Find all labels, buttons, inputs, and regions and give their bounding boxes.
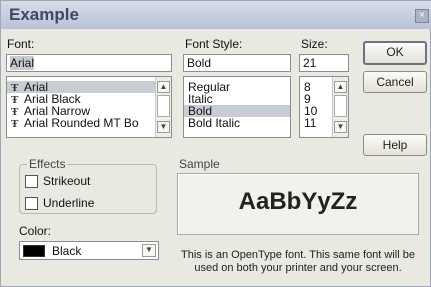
size-input-value: 21 bbox=[303, 56, 317, 70]
font-input[interactable]: Arial bbox=[6, 54, 172, 72]
size-input[interactable]: 21 bbox=[299, 54, 349, 72]
font-label: Font: bbox=[7, 37, 35, 51]
scroll-down-icon[interactable]: ▼ bbox=[157, 121, 170, 133]
scroll-up-icon[interactable]: ▲ bbox=[334, 81, 347, 93]
close-button[interactable]: × bbox=[415, 9, 429, 23]
list-item[interactable]: Ŧ Arial Rounded MT Bo bbox=[7, 117, 171, 130]
close-icon: × bbox=[419, 10, 425, 21]
font-info-note: This is an OpenType font. This same font… bbox=[181, 249, 415, 274]
window-title: Example bbox=[9, 5, 79, 24]
strikeout-label[interactable]: Strikeout bbox=[43, 174, 90, 188]
style-input[interactable]: Bold bbox=[183, 54, 291, 72]
title-bar[interactable]: Example × bbox=[1, 1, 431, 29]
style-input-value: Bold bbox=[187, 56, 212, 70]
color-swatch bbox=[23, 245, 45, 257]
scroll-thumb[interactable] bbox=[334, 95, 347, 117]
style-label: Font Style: bbox=[185, 37, 243, 51]
underline-label[interactable]: Underline bbox=[43, 196, 94, 210]
ok-button[interactable]: OK bbox=[363, 41, 427, 65]
scroll-up-icon[interactable]: ▲ bbox=[157, 81, 170, 93]
font-dialog: Example × Font: Arial Ŧ Arial Ŧ Arial Blac… bbox=[0, 0, 431, 287]
sample-preview: AaBbYyZz bbox=[177, 173, 419, 235]
cancel-button[interactable]: Cancel bbox=[363, 71, 427, 93]
color-value: Black bbox=[52, 244, 82, 258]
size-list-scrollbar[interactable]: ▲ ▼ bbox=[332, 77, 348, 137]
sample-text: AaBbYyZz bbox=[238, 188, 358, 215]
font-list[interactable]: Ŧ Arial Ŧ Arial Black Ŧ Arial Narrow Ŧ Arial… bbox=[6, 76, 172, 138]
effects-title: Effects bbox=[27, 157, 68, 171]
size-label: Size: bbox=[301, 37, 328, 51]
underline-checkbox[interactable] bbox=[25, 197, 38, 210]
scroll-down-icon[interactable]: ▼ bbox=[334, 121, 347, 133]
truetype-icon: Ŧ bbox=[11, 118, 19, 130]
font-list-scrollbar[interactable]: ▲ ▼ bbox=[155, 77, 171, 137]
size-list[interactable]: 8 9 10 11 ▲ ▼ bbox=[299, 76, 349, 138]
strikeout-checkbox[interactable] bbox=[25, 175, 38, 188]
list-item[interactable]: Bold Italic bbox=[184, 117, 290, 129]
scroll-thumb[interactable] bbox=[157, 95, 170, 117]
help-button[interactable]: Help bbox=[363, 134, 427, 156]
color-label: Color: bbox=[19, 224, 52, 238]
color-select[interactable]: Black ▼ bbox=[19, 241, 159, 260]
style-list[interactable]: Regular Italic Bold Bold Italic bbox=[183, 76, 291, 138]
chevron-down-icon[interactable]: ▼ bbox=[142, 244, 156, 257]
sample-title: Sample bbox=[177, 157, 222, 171]
font-input-value: Arial bbox=[10, 56, 35, 70]
